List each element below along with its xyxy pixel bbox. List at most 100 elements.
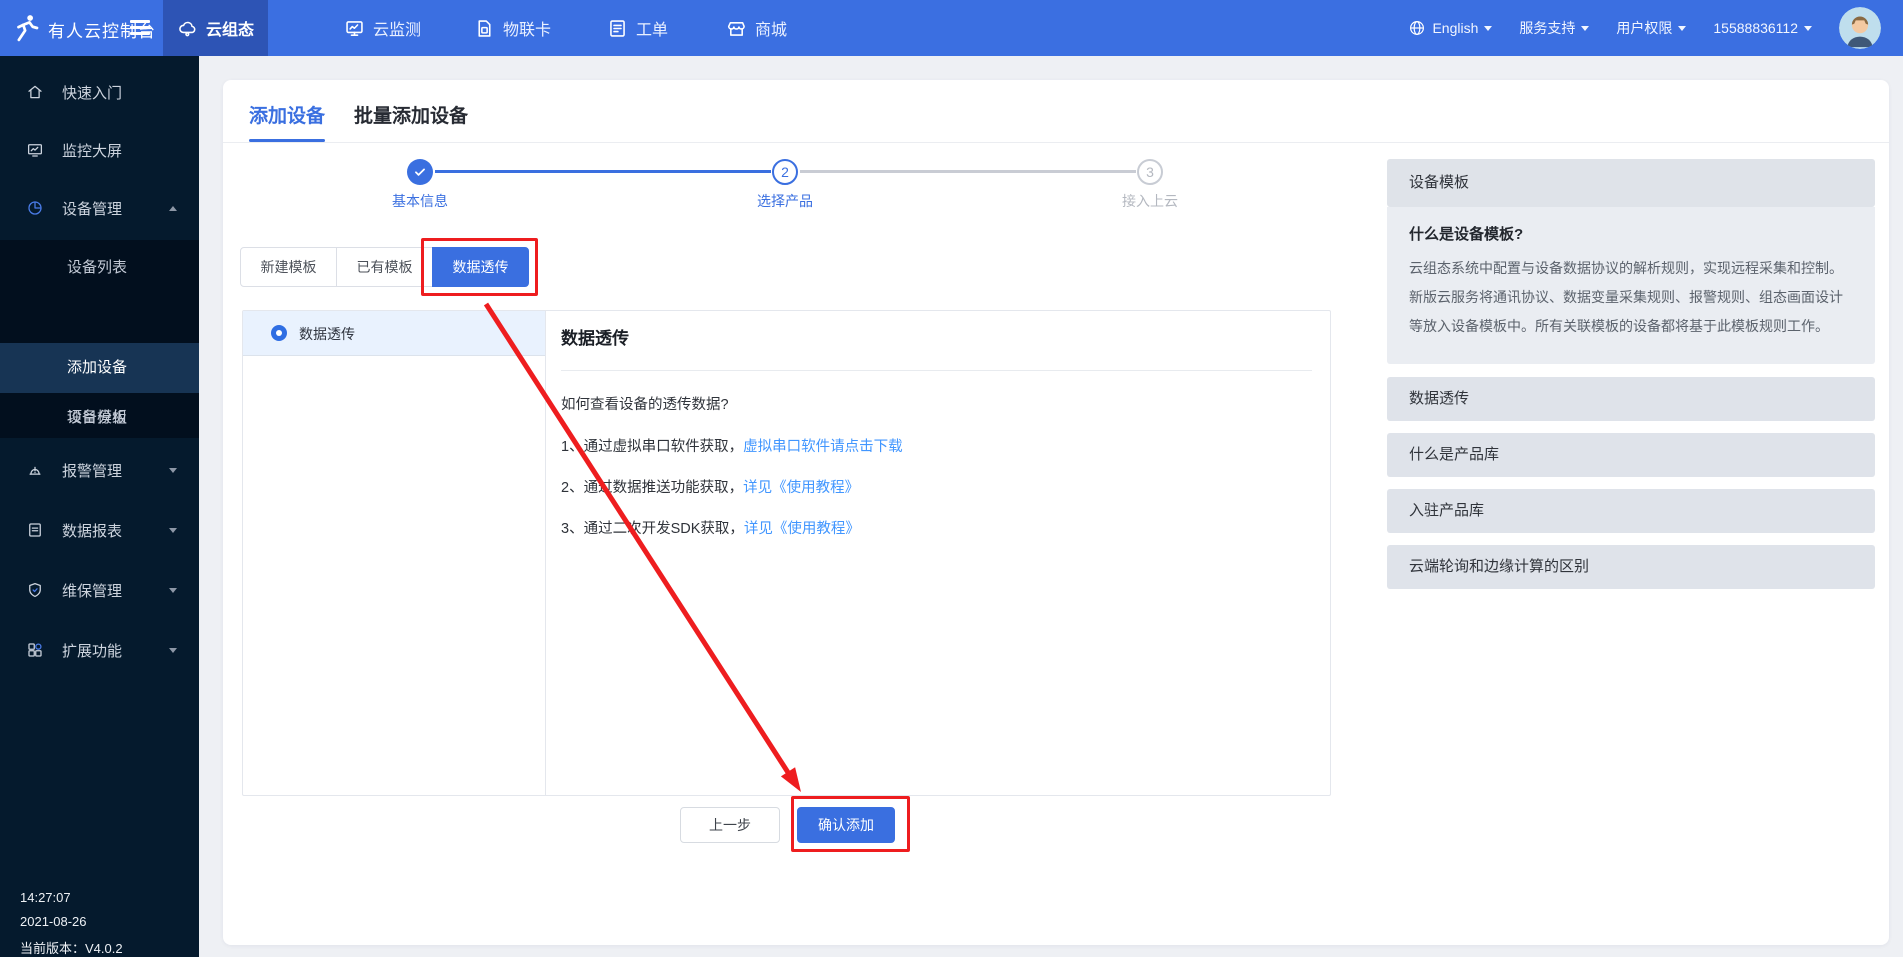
help-panel-join-product-library[interactable]: 入驻产品库 — [1387, 489, 1875, 533]
sidebar-item-extensions[interactable]: 扩展功能 — [0, 628, 199, 672]
version-label: 当前版本：V4.0.2 — [20, 938, 123, 957]
menu-icon[interactable] — [130, 20, 150, 35]
main-panel: 添加设备 批量添加设备 2 3 基本信息 选择产品 接入上云 新建模板 已有模板… — [223, 80, 1889, 945]
usr-logo-icon — [12, 13, 42, 43]
chevron-down-icon — [1678, 26, 1686, 31]
tutorial-link-2[interactable]: 详见《使用教程》 — [744, 521, 860, 537]
previous-step-button[interactable]: 上一步 — [680, 807, 780, 843]
chevron-down-icon — [169, 588, 177, 593]
user-permission-label: 用户权限 — [1616, 18, 1672, 38]
tab-add-device[interactable]: 添加设备 — [249, 101, 325, 128]
segment-new-template[interactable]: 新建模板 — [240, 247, 337, 287]
step-number: 3 — [1146, 164, 1154, 180]
sidebar-subitem-add-device[interactable]: 添加设备 — [0, 343, 199, 393]
step-2-label: 选择产品 — [725, 191, 845, 211]
service-support-menu[interactable]: 服务支持 — [1519, 18, 1589, 38]
nav-item-iot-card[interactable]: 物联卡 — [460, 0, 565, 56]
sidebar: 快速入门 监控大屏 设备管理 设备列表 添加设备 设备模板 项目分组 报警管理 — [0, 56, 199, 957]
check-icon — [413, 165, 427, 179]
avatar[interactable] — [1839, 7, 1881, 49]
sidebar-item-data-report[interactable]: 数据报表 — [0, 508, 199, 552]
report-icon — [26, 521, 44, 539]
list-item-data-passthrough[interactable]: 数据透传 — [243, 311, 545, 356]
sidebar-subitem-project-group[interactable]: 项目分组 — [0, 393, 199, 443]
sidebar-item-maintenance[interactable]: 维保管理 — [0, 568, 199, 612]
content-question: 如何查看设备的透传数据? — [561, 393, 729, 414]
chevron-down-icon — [169, 468, 177, 473]
language-selector[interactable]: English — [1408, 19, 1492, 37]
chevron-up-icon — [169, 206, 177, 211]
tutorial-link-1[interactable]: 详见《使用教程》 — [743, 480, 859, 496]
download-virtual-serial-link[interactable]: 虚拟串口软件请点击下载 — [743, 439, 903, 455]
nav-item-cloud-monitor[interactable]: 云监测 — [330, 0, 435, 56]
list-item-label: 数据透传 — [299, 324, 355, 344]
step-3-pending: 3 — [1137, 159, 1163, 185]
sidebar-item-monitor-screen[interactable]: 监控大屏 — [0, 128, 199, 172]
step-3-label: 接入上云 — [1090, 191, 1210, 211]
radio-selected-icon[interactable] — [271, 325, 287, 341]
nav-label: 工单 — [636, 16, 668, 40]
nav-label: 物联卡 — [503, 16, 551, 40]
chevron-down-icon — [169, 528, 177, 533]
service-support-label: 服务支持 — [1519, 18, 1575, 38]
topbar: 有人云控制台 云组态 云监测 物联卡 工单 商城 — [0, 0, 1903, 56]
sidebar-subitem-device-list[interactable]: 设备列表 — [0, 243, 199, 293]
cloud-icon — [177, 18, 198, 39]
sidebar-item-quick-start[interactable]: 快速入门 — [0, 70, 199, 114]
sidebar-item-label: 监控大屏 — [62, 140, 122, 161]
sidebar-item-label: 快速入门 — [62, 82, 122, 103]
language-label: English — [1432, 20, 1478, 36]
step-number: 2 — [781, 164, 789, 180]
help-question: 什么是设备模板? — [1409, 223, 1853, 244]
line-text: 3、通过二次开发SDK获取， — [561, 521, 744, 537]
chevron-down-icon — [1484, 26, 1492, 31]
nav-label: 商城 — [755, 16, 787, 40]
sidebar-subitem-label: 设备列表 — [67, 259, 127, 276]
help-panel-device-template[interactable]: 设备模板 — [1387, 159, 1875, 207]
sidebar-item-device-management[interactable]: 设备管理 — [0, 186, 199, 230]
help-panel-body: 什么是设备模板? 云组态系统中配置与设备数据协议的解析规则，实现远程采集和控制。… — [1387, 207, 1875, 364]
account-phone: 15588836112 — [1713, 20, 1798, 36]
line-text: 1、通过虚拟串口软件获取， — [561, 439, 743, 455]
sidebar-item-label: 维保管理 — [62, 580, 122, 601]
sidebar-item-label: 报警管理 — [62, 460, 122, 481]
globe-icon — [1408, 19, 1426, 37]
sidebar-item-label: 数据报表 — [62, 520, 122, 541]
step-2-current: 2 — [772, 159, 798, 185]
template-type-switcher: 新建模板 已有模板 数据透传 — [240, 247, 529, 287]
step-connector-pending — [800, 170, 1136, 173]
content-line-2: 2、通过数据推送功能获取，详见《使用教程》 — [561, 476, 859, 497]
nav-item-cloud-scada[interactable]: 云组态 — [163, 0, 268, 56]
home-icon — [26, 83, 44, 101]
nav-item-work-order[interactable]: 工单 — [593, 0, 682, 56]
chevron-down-icon — [1581, 26, 1589, 31]
sidebar-item-label: 设备管理 — [62, 198, 122, 219]
account-menu[interactable]: 15588836112 — [1713, 20, 1812, 36]
help-panel-data-passthrough[interactable]: 数据透传 — [1387, 377, 1875, 421]
chevron-down-icon — [1804, 26, 1812, 31]
step-connector-done — [435, 170, 771, 173]
nav-item-mall[interactable]: 商城 — [712, 0, 801, 56]
big-screen-icon — [26, 141, 44, 159]
segment-data-passthrough[interactable]: 数据透传 — [432, 247, 529, 287]
sidebar-item-label: 扩展功能 — [62, 640, 122, 661]
chevron-down-icon — [169, 648, 177, 653]
content-line-3: 3、通过二次开发SDK获取，详见《使用教程》 — [561, 517, 860, 538]
clock-date: 2021-08-26 — [20, 914, 87, 929]
template-list: 数据透传 — [243, 311, 546, 795]
device-pie-icon — [26, 199, 44, 217]
confirm-add-button[interactable]: 确认添加 — [797, 807, 895, 843]
sidebar-subitem-label: 添加设备 — [67, 359, 127, 376]
help-panel-polling-vs-edge[interactable]: 云端轮询和边缘计算的区别 — [1387, 545, 1875, 589]
user-permission-menu[interactable]: 用户权限 — [1616, 18, 1686, 38]
shield-icon — [26, 581, 44, 599]
segment-existing-template[interactable]: 已有模板 — [336, 247, 433, 287]
sidebar-subitem-label: 项目分组 — [67, 409, 127, 426]
sidebar-item-alarm-management[interactable]: 报警管理 — [0, 448, 199, 492]
template-selection-box: 数据透传 数据透传 如何查看设备的透传数据? 1、通过虚拟串口软件获取，虚拟串口… — [242, 310, 1331, 796]
content-line-1: 1、通过虚拟串口软件获取，虚拟串口软件请点击下载 — [561, 435, 903, 456]
divider — [561, 370, 1312, 371]
help-panel-what-is-product-library[interactable]: 什么是产品库 — [1387, 433, 1875, 477]
tab-batch-add-device[interactable]: 批量添加设备 — [354, 101, 468, 128]
line-text: 2、通过数据推送功能获取， — [561, 480, 743, 496]
